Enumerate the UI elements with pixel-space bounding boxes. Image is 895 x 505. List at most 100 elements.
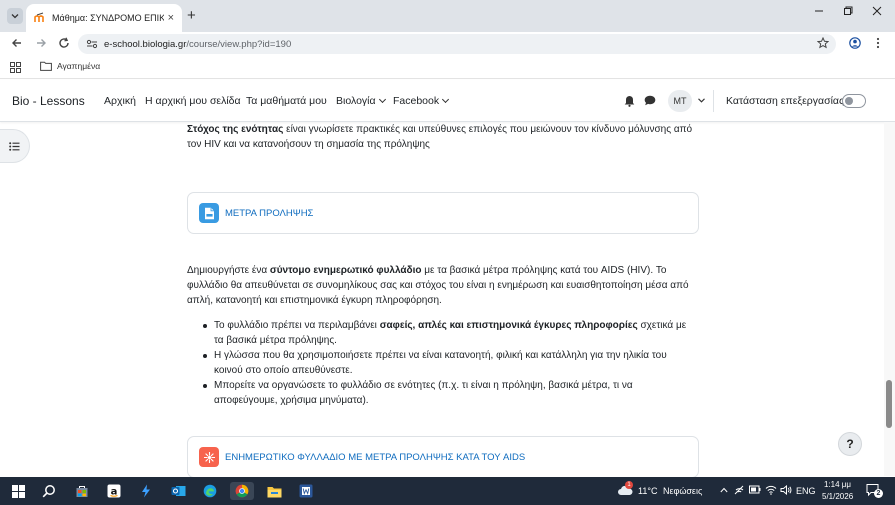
activity-card-prevention-measures[interactable]: ΜΕΤΡΑ ΠΡΟΛΗΨΗΣ xyxy=(187,192,699,234)
messages-button[interactable] xyxy=(644,95,656,106)
folder-icon xyxy=(40,61,52,71)
list-item: Η γλώσσα που θα χρησιμοποιήσετε πρέπει ν… xyxy=(203,348,698,378)
amazon-icon: a xyxy=(107,484,121,498)
file-explorer-icon xyxy=(267,486,281,497)
minimize-icon xyxy=(815,10,823,12)
help-button[interactable]: ? xyxy=(838,432,862,456)
edit-mode-toggle[interactable] xyxy=(842,94,866,108)
tray-volume[interactable] xyxy=(780,485,792,495)
nav-item-facebook[interactable]: Facebook xyxy=(393,95,450,107)
taskbar-amazon-app[interactable]: a xyxy=(105,482,123,500)
profile-button[interactable] xyxy=(849,37,861,49)
tray-wifi[interactable] xyxy=(765,485,777,495)
tab-title: Μάθημα: ΣΥΝΔΡΟΜΟ ΕΠΙΚΤΗ xyxy=(52,13,164,23)
nav-item-facebook-label: Facebook xyxy=(393,95,440,107)
url-path: /course/view.php?id=190 xyxy=(186,38,292,50)
chat-bubble-icon xyxy=(644,95,656,106)
clock-date[interactable]: 5/1/2026 xyxy=(822,492,853,501)
bullet-dot xyxy=(203,354,207,358)
speaker-icon xyxy=(780,485,792,495)
course-index-drawer-button[interactable] xyxy=(0,129,30,163)
tray-network-status[interactable] xyxy=(734,485,745,495)
browser-tab-active[interactable]: Μάθημα: ΣΥΝΔΡΟΜΟ ΕΠΙΚΤΗ × xyxy=(26,4,182,32)
nav-item-home[interactable]: Αρχική xyxy=(104,95,136,107)
store-bag-icon xyxy=(76,486,88,497)
system-tray-overflow[interactable] xyxy=(720,487,728,493)
kebab-menu-icon xyxy=(876,37,880,49)
new-tab-button[interactable]: + xyxy=(187,7,196,24)
bookmark-folder-label: Αγαπημένα xyxy=(57,61,101,71)
moodle-favicon-icon xyxy=(34,12,44,22)
list-item: Το φυλλάδιο πρέπει να περιλαμβάνει σαφεί… xyxy=(203,318,698,348)
bullet1-pre: Το φυλλάδιο πρέπει να περιλαμβάνει xyxy=(214,320,380,331)
page-scrollbar-thumb[interactable] xyxy=(886,380,892,428)
intro-bold: σύντομο ενημερωτικό φυλλάδιο xyxy=(269,265,422,276)
taskbar-word-app[interactable] xyxy=(297,482,315,500)
chevron-down-icon xyxy=(378,95,386,104)
browser-tab-strip: Μάθημα: ΣΥΝΔΡΟΜΟ ΕΠΙΚΤΗ × + xyxy=(0,0,895,32)
address-bar[interactable]: e-school.biologia.gr/course/view.php?id=… xyxy=(78,34,836,54)
minimize-button[interactable] xyxy=(814,6,824,16)
assignment-icon xyxy=(199,447,219,467)
restore-button[interactable] xyxy=(843,6,853,16)
moodle-navbar: Bio - Lessons Αρχική Η αρχική μου σελίδα… xyxy=(0,80,895,122)
bullet3-text: Μπορείτε να οργανώσετε το φυλλάδιο σε εν… xyxy=(214,380,633,406)
lightning-app-icon xyxy=(142,484,150,498)
navbar-divider xyxy=(713,90,714,112)
search-button[interactable] xyxy=(40,482,58,500)
apps-button[interactable] xyxy=(10,62,21,73)
browser-toolbar: e-school.biologia.gr/course/view.php?id=… xyxy=(0,32,895,56)
nav-item-biology[interactable]: Βιολογία xyxy=(336,95,386,107)
bullet-dot xyxy=(203,384,207,388)
tab-search-button[interactable] xyxy=(7,8,23,24)
reload-button[interactable] xyxy=(58,37,70,49)
taskbar-store-app[interactable] xyxy=(73,482,91,500)
activity-link-prevention-measures[interactable]: ΜΕΤΡΑ ΠΡΟΛΗΨΗΣ xyxy=(225,208,313,219)
taskbar-app-blue[interactable] xyxy=(137,482,155,500)
start-button[interactable] xyxy=(9,482,27,500)
user-avatar[interactable]: MT xyxy=(668,90,692,112)
input-language[interactable]: ENG xyxy=(796,486,816,496)
tray-battery[interactable] xyxy=(749,485,761,494)
profile-icon xyxy=(849,37,861,49)
user-menu-toggle[interactable] xyxy=(698,98,705,103)
assignment-bullet-list: Το φυλλάδιο πρέπει να περιλαμβάνει σαφεί… xyxy=(203,318,698,408)
nav-item-my-courses[interactable]: Τα μαθήματά μου xyxy=(246,95,327,107)
notifications-button[interactable] xyxy=(624,95,635,107)
clock-time[interactable]: 1:14 μμ xyxy=(824,480,851,489)
chevron-down-icon xyxy=(442,95,450,104)
arrow-right-icon xyxy=(37,39,46,47)
bookmark-folder-favorites[interactable]: Αγαπημένα xyxy=(40,61,100,71)
list-item: Μπορείτε να οργανώσετε το φυλλάδιο σε εν… xyxy=(203,378,698,408)
taskbar-outlook-app[interactable] xyxy=(169,482,187,500)
windows-taskbar: a 1 11°C Νεφώσεις ENG 1:14 μμ 5/1/2026 2 xyxy=(0,477,895,505)
browser-menu-button[interactable] xyxy=(876,37,880,49)
close-window-button[interactable] xyxy=(872,6,882,16)
weather-description: Νεφώσεις xyxy=(663,486,703,496)
close-icon xyxy=(872,6,882,16)
site-brand[interactable]: Bio - Lessons xyxy=(12,94,85,108)
site-info-icon[interactable] xyxy=(86,39,98,49)
list-icon xyxy=(9,141,20,151)
battery-icon xyxy=(749,485,761,494)
pdf-file-icon xyxy=(199,203,219,223)
taskbar-chrome-app-active[interactable] xyxy=(230,482,254,500)
nav-item-dashboard[interactable]: Η αρχική μου σελίδα xyxy=(145,95,241,107)
notification-count-badge: 2 xyxy=(874,489,883,498)
back-button[interactable] xyxy=(11,37,23,49)
activity-link-leaflet-assignment[interactable]: ΕΝΗΜΕΡΩΤΙΚΟ ΦΥΛΛΑΔΙΟ ΜΕ ΜΕΤΡΑ ΠΡΟΛΗΨΗΣ Κ… xyxy=(225,452,525,463)
search-icon xyxy=(42,485,55,498)
taskbar-explorer-app[interactable] xyxy=(265,482,283,500)
tab-close-icon[interactable]: × xyxy=(168,12,174,24)
toggle-knob xyxy=(845,97,853,105)
chevron-down-icon xyxy=(698,98,705,103)
arrow-left-icon xyxy=(12,39,21,47)
weather-temperature: 11°C xyxy=(638,486,658,496)
activity-card-leaflet-assignment[interactable]: ΕΝΗΜΕΡΩΤΙΚΟ ΦΥΛΛΑΔΙΟ ΜΕ ΜΕΤΡΑ ΠΡΟΛΗΨΗΣ Κ… xyxy=(187,436,699,478)
nav-item-biology-label: Βιολογία xyxy=(336,95,376,107)
bookmark-star-button[interactable] xyxy=(817,37,829,49)
taskbar-edge-app[interactable] xyxy=(201,482,219,500)
bullet1-bold: σαφείς, απλές και επιστημονικά έγκυρες π… xyxy=(379,320,638,331)
forward-button[interactable] xyxy=(35,37,47,49)
restore-icon xyxy=(844,6,853,15)
